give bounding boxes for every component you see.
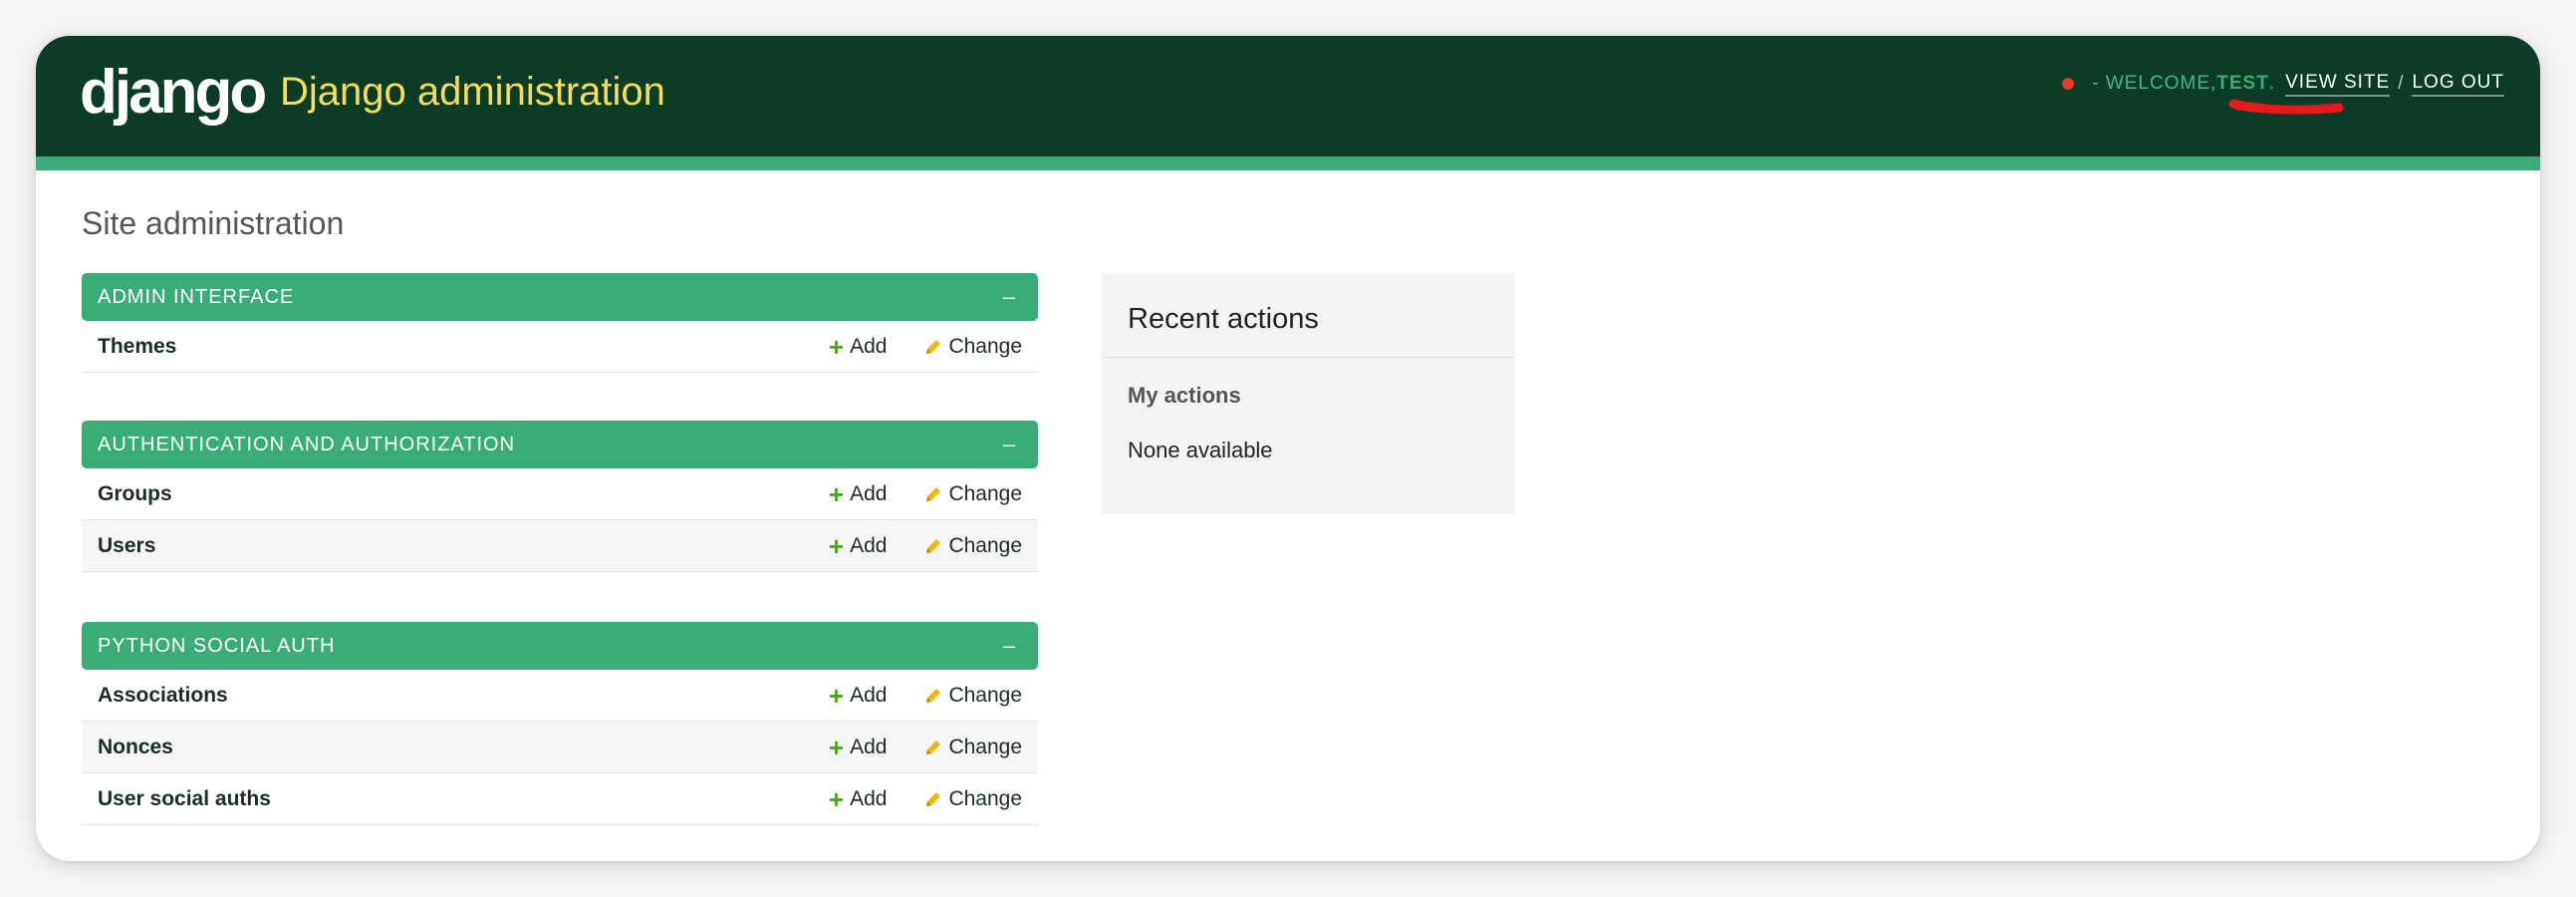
model-row-groups: Groups + Add Change bbox=[82, 468, 1038, 520]
page-title: Site administration bbox=[82, 205, 345, 241]
collapse-toggle-icon[interactable]: – bbox=[1003, 432, 1022, 457]
collapse-toggle-icon[interactable]: – bbox=[1003, 284, 1022, 310]
module-admin-interface: Admin Interface – Themes + Add Change bbox=[82, 273, 1038, 373]
change-label: Change bbox=[948, 735, 1022, 758]
change-label: Change bbox=[948, 334, 1022, 358]
add-label: Add bbox=[850, 334, 888, 358]
model-link[interactable]: Nonces bbox=[98, 736, 829, 759]
add-label: Add bbox=[850, 481, 888, 505]
add-label: Add bbox=[850, 533, 888, 557]
model-link[interactable]: User social auths bbox=[98, 787, 829, 811]
pencil-icon bbox=[926, 538, 941, 553]
model-row-associations: Associations + Add Change bbox=[82, 670, 1038, 722]
view-site-link[interactable]: View site bbox=[2285, 72, 2391, 97]
django-logo[interactable]: django bbox=[80, 58, 267, 128]
red-scribble-mark bbox=[2228, 99, 2344, 115]
user-tools-separator: / bbox=[2398, 73, 2405, 94]
add-link[interactable]: + Add bbox=[828, 331, 888, 362]
change-link[interactable]: Change bbox=[924, 787, 1022, 811]
change-label: Change bbox=[948, 481, 1022, 505]
change-link[interactable]: Change bbox=[924, 684, 1022, 708]
plus-icon: + bbox=[828, 530, 845, 561]
pencil-icon bbox=[926, 688, 941, 703]
add-label: Add bbox=[850, 735, 888, 758]
site-title[interactable]: Django administration bbox=[280, 66, 665, 118]
model-row-users: Users + Add Change bbox=[82, 520, 1038, 572]
model-link[interactable]: Groups bbox=[98, 482, 829, 506]
model-row-nonces: Nonces + Add Change bbox=[82, 722, 1038, 773]
plus-icon: + bbox=[828, 680, 845, 711]
add-link[interactable]: + Add bbox=[828, 530, 888, 561]
welcome-username: test bbox=[2216, 73, 2269, 94]
plus-icon: + bbox=[828, 478, 845, 509]
module-python-social-auth: Python Social Auth – Associations + Add … bbox=[82, 622, 1038, 825]
plus-icon: + bbox=[828, 732, 845, 762]
add-link[interactable]: + Add bbox=[828, 478, 888, 509]
add-label: Add bbox=[850, 683, 888, 707]
recent-actions-panel: Recent actions My actions None available bbox=[1102, 273, 1515, 514]
plus-icon: + bbox=[828, 783, 845, 814]
change-link[interactable]: Change bbox=[924, 736, 1022, 759]
my-actions-heading: My actions bbox=[1128, 383, 1241, 408]
welcome-prefix: - Welcome, bbox=[2092, 73, 2217, 94]
module-title-link[interactable]: Python Social Auth bbox=[98, 635, 335, 658]
add-link[interactable]: + Add bbox=[828, 732, 888, 762]
add-link[interactable]: + Add bbox=[828, 783, 888, 814]
change-link[interactable]: Change bbox=[924, 482, 1022, 506]
module-title-link[interactable]: Authentication and Authorization bbox=[98, 434, 515, 456]
plus-icon: + bbox=[828, 331, 845, 362]
change-label: Change bbox=[948, 533, 1022, 557]
module-header: Admin Interface – bbox=[82, 273, 1038, 321]
module-title-link[interactable]: Admin Interface bbox=[98, 286, 294, 309]
change-label: Change bbox=[948, 683, 1022, 707]
recent-actions-title: Recent actions bbox=[1128, 303, 1319, 335]
pencil-icon bbox=[926, 791, 941, 806]
no-actions-text: None available bbox=[1128, 438, 1273, 462]
welcome-suffix: . bbox=[2268, 73, 2276, 94]
header-accent-bar bbox=[36, 156, 2540, 170]
change-link[interactable]: Change bbox=[924, 335, 1022, 359]
model-link[interactable]: Users bbox=[98, 534, 829, 558]
model-link[interactable]: Associations bbox=[98, 684, 829, 708]
log-out-link[interactable]: Log out bbox=[2412, 72, 2504, 97]
browser-window: django Django administration - Welcome, … bbox=[36, 36, 2540, 861]
model-row-user-social-auths: User social auths + Add Change bbox=[82, 773, 1038, 825]
pencil-icon bbox=[926, 740, 941, 754]
pencil-icon bbox=[926, 486, 941, 501]
collapse-toggle-icon[interactable]: – bbox=[1003, 633, 1022, 659]
add-link[interactable]: + Add bbox=[828, 680, 888, 711]
status-dot-icon bbox=[2062, 78, 2075, 90]
recent-actions-divider bbox=[1102, 357, 1515, 358]
add-label: Add bbox=[850, 786, 888, 810]
change-link[interactable]: Change bbox=[924, 534, 1022, 558]
header: django Django administration - Welcome, … bbox=[36, 36, 2540, 156]
model-row-themes: Themes + Add Change bbox=[82, 321, 1038, 373]
change-label: Change bbox=[948, 786, 1022, 810]
model-link[interactable]: Themes bbox=[98, 335, 829, 359]
module-header: Python Social Auth – bbox=[82, 622, 1038, 670]
pencil-icon bbox=[926, 339, 941, 354]
module-authentication-and-authorization: Authentication and Authorization – Group… bbox=[82, 421, 1038, 572]
module-header: Authentication and Authorization – bbox=[82, 421, 1038, 468]
